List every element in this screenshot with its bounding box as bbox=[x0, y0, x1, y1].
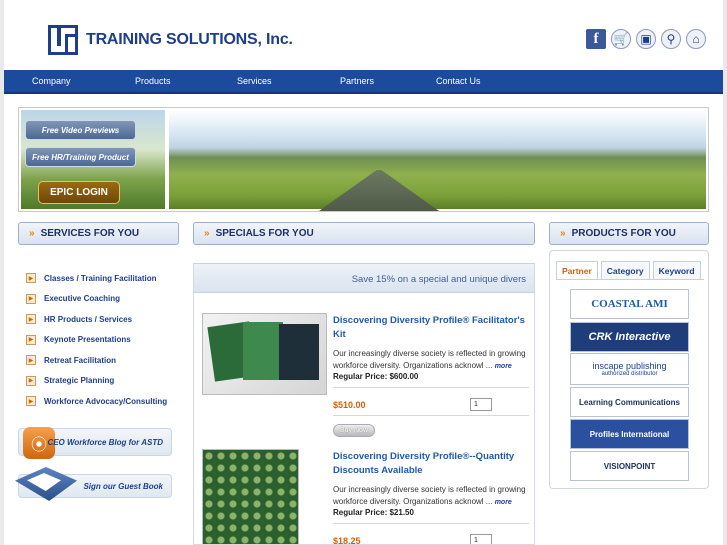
chart-icon[interactable]: ▣ bbox=[636, 29, 656, 49]
free-video-previews-button[interactable]: Free Video Previews bbox=[25, 120, 136, 140]
specials-panel: Save 15% on a special and unique divers … bbox=[193, 263, 535, 545]
service-label: Keynote Presentations bbox=[44, 335, 131, 345]
inscape-name: inscape publishing bbox=[592, 361, 667, 371]
product-description: Our increasingly diverse society is refl… bbox=[333, 349, 526, 370]
chevron-right-icon: » bbox=[560, 228, 566, 239]
partners-panel: Partner Category Keyword COASTAL AMI CRK… bbox=[549, 250, 709, 489]
service-item[interactable]: ▶ HR Products / Services bbox=[26, 309, 167, 330]
nav-partners[interactable]: Partners bbox=[340, 76, 374, 86]
inscape-subtitle: authorized distributor bbox=[601, 371, 658, 377]
arrow-right-icon: ▶ bbox=[26, 334, 36, 345]
service-label: Executive Coaching bbox=[44, 294, 121, 304]
company-name: TRAINING SOLUTIONS, Inc. bbox=[86, 31, 293, 48]
chevron-right-icon: » bbox=[204, 228, 210, 239]
sale-price: $18.25 bbox=[333, 536, 361, 545]
arrow-right-icon: ▶ bbox=[26, 375, 36, 386]
products-title: PRODUCTS FOR YOU bbox=[571, 228, 676, 239]
service-item[interactable]: ▶ Keynote Presentations bbox=[26, 330, 167, 351]
regular-price: Regular Price: $21.50 bbox=[333, 508, 414, 517]
partner-logo-crk[interactable]: CRK Interactive bbox=[570, 322, 689, 352]
arrow-right-icon: ▶ bbox=[26, 314, 36, 325]
specials-header: » SPECIALS FOR YOU bbox=[193, 222, 535, 245]
services-list: ▶ Classes / Training Facilitation ▶ Execut… bbox=[26, 268, 167, 412]
divider bbox=[333, 387, 529, 388]
nav-company[interactable]: Company bbox=[32, 76, 71, 86]
service-label: Retreat Facilitation bbox=[44, 355, 117, 365]
more-link[interactable]: more bbox=[495, 363, 512, 370]
facebook-icon[interactable]: f bbox=[586, 29, 606, 49]
partner-logo-learning[interactable]: Learning Communications bbox=[570, 387, 689, 417]
arrow-right-icon: ▶ bbox=[26, 273, 36, 284]
divider bbox=[333, 415, 529, 416]
arrow-right-icon: ▶ bbox=[26, 293, 36, 304]
divider bbox=[556, 279, 704, 280]
arrow-right-icon: ▶ bbox=[26, 355, 36, 366]
ceo-blog-link[interactable]: ⦿ CEO Workforce Blog for ASTD bbox=[18, 427, 172, 459]
book-icon bbox=[15, 467, 77, 501]
product-image[interactable] bbox=[202, 313, 327, 395]
guest-book-label: Sign our Guest Book bbox=[83, 482, 163, 491]
service-item[interactable]: ▶ Workforce Advocacy/Consulting bbox=[26, 391, 167, 412]
specials-title: SPECIALS FOR YOU bbox=[215, 228, 314, 239]
service-item[interactable]: ▶ Strategic Planning bbox=[26, 371, 167, 392]
tab-keyword[interactable]: Keyword bbox=[652, 261, 701, 279]
partner-logo-profiles[interactable]: Profiles International bbox=[570, 419, 689, 449]
services-header: » SERVICES FOR YOU bbox=[18, 222, 179, 245]
product-description: Our increasingly diverse society is refl… bbox=[333, 485, 526, 506]
arrow-right-icon: ▶ bbox=[26, 396, 36, 407]
sale-price: $510.00 bbox=[333, 400, 366, 410]
guest-book-link[interactable]: Sign our Guest Book bbox=[15, 467, 172, 501]
partner-logo-visionpoint[interactable]: VISIONPOINT bbox=[570, 451, 689, 481]
service-item[interactable]: ▶ Executive Coaching bbox=[26, 289, 167, 310]
home-icon[interactable]: ⌂ bbox=[686, 29, 706, 49]
main-nav: Company Products Services Partners Conta… bbox=[4, 70, 723, 94]
service-label: Strategic Planning bbox=[44, 376, 115, 386]
service-label: HR Products / Services bbox=[44, 314, 133, 324]
nav-services[interactable]: Services bbox=[237, 76, 272, 86]
product-title[interactable]: Discovering Diversity Profile®--Quantity… bbox=[333, 450, 529, 478]
nav-products[interactable]: Products bbox=[135, 76, 171, 86]
services-title: SERVICES FOR YOU bbox=[40, 228, 140, 239]
hero-banner: Free Video Previews Free HR/Training Pro… bbox=[18, 107, 709, 212]
more-link[interactable]: more bbox=[495, 499, 512, 506]
service-item[interactable]: ▶ Classes / Training Facilitation bbox=[26, 268, 167, 289]
tab-category[interactable]: Category bbox=[600, 261, 650, 279]
cart-icon[interactable]: 🛒 bbox=[611, 29, 631, 49]
landscape-image bbox=[169, 110, 706, 211]
company-logo[interactable]: TRAINING SOLUTIONS, Inc. bbox=[48, 25, 293, 55]
service-label: Workforce Advocacy/Consulting bbox=[44, 396, 168, 406]
products-header: » PRODUCTS FOR YOU bbox=[549, 222, 709, 245]
quantity-input[interactable]: 1 bbox=[470, 534, 492, 544]
tab-partner[interactable]: Partner bbox=[556, 261, 598, 279]
free-hr-product-button[interactable]: Free HR/Training Product bbox=[25, 147, 136, 167]
epic-login-button[interactable]: EPIC LOGIN bbox=[38, 181, 120, 204]
service-label: Classes / Training Facilitation bbox=[44, 273, 157, 283]
specials-marquee: Save 15% on a special and unique divers bbox=[194, 263, 534, 293]
nav-contact-us[interactable]: Contact Us bbox=[436, 76, 481, 86]
road-image bbox=[319, 170, 439, 211]
partner-logo-inscape[interactable]: inscape publishing authorized distributo… bbox=[570, 353, 689, 385]
hero-left-panel: Free Video Previews Free HR/Training Pro… bbox=[21, 110, 165, 209]
product-title[interactable]: Discovering Diversity Profile® Facilitat… bbox=[333, 314, 529, 342]
product-image[interactable] bbox=[202, 449, 299, 544]
search-icon[interactable]: ⚲ bbox=[661, 29, 681, 49]
header-icons: f 🛒 ▣ ⚲ ⌂ bbox=[586, 29, 706, 49]
page: TRAINING SOLUTIONS, Inc. f 🛒 ▣ ⚲ ⌂ Compa… bbox=[4, 0, 723, 545]
regular-price: Regular Price: $600.00 bbox=[333, 372, 419, 381]
service-item[interactable]: ▶ Retreat Facilitation bbox=[26, 350, 167, 371]
blog-label: CEO Workforce Blog for ASTD bbox=[47, 438, 163, 447]
quantity-input[interactable]: 1 bbox=[470, 398, 492, 411]
partner-logo-coastal[interactable]: COASTAL AMI bbox=[570, 289, 689, 319]
buy-now-button[interactable]: Buy Now bbox=[333, 424, 375, 437]
chevron-right-icon: » bbox=[29, 228, 35, 239]
logo-mark-icon bbox=[48, 25, 78, 55]
partner-tabs: Partner Category Keyword bbox=[556, 261, 701, 279]
divider bbox=[333, 523, 529, 524]
